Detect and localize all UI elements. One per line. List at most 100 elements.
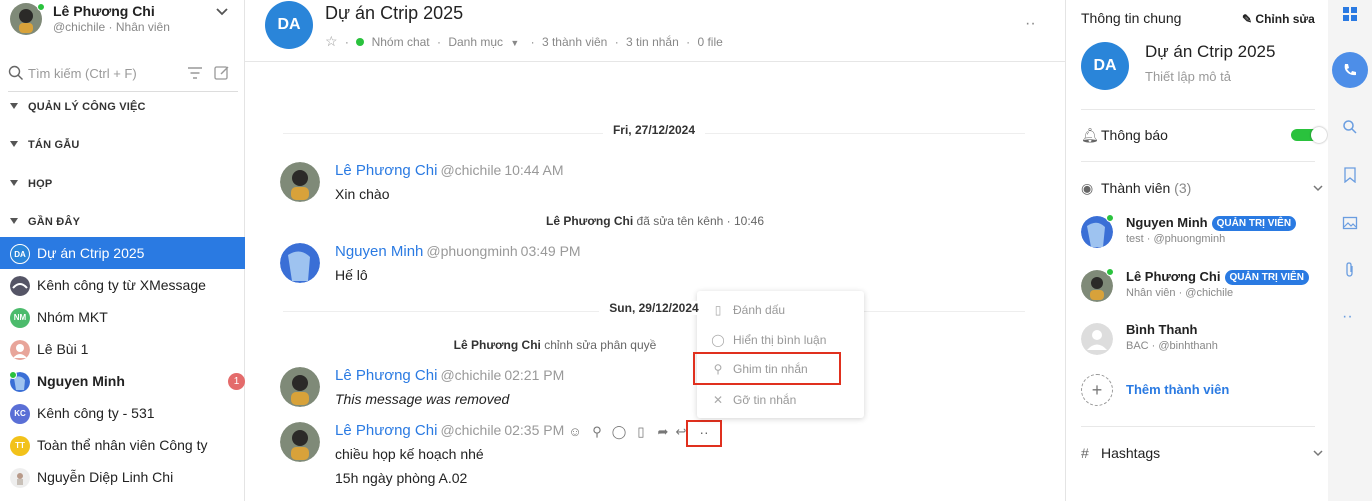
- conversation-avatar: [10, 276, 30, 296]
- member-item[interactable]: Lê Phương Chi QUẢN TRỊ VIÊN Nhân viên · @…: [1081, 268, 1321, 305]
- message-header: Lê Phương Chi @chichile 02:35 PM: [335, 422, 564, 439]
- search-box: [8, 62, 238, 88]
- current-user[interactable]: Lê Phương Chi @chichile · Nhân viên: [10, 3, 235, 37]
- emoji-icon[interactable]: ☺: [567, 424, 583, 440]
- message-count[interactable]: 3 tin nhắn: [626, 35, 679, 49]
- filter-icon[interactable]: [186, 64, 204, 82]
- date-separator: Fri, 27/12/2024: [283, 123, 1025, 143]
- call-button[interactable]: [1332, 52, 1368, 88]
- compose-icon[interactable]: [213, 64, 231, 82]
- divider: [1081, 426, 1315, 427]
- members-header[interactable]: ◉ Thành viên (3): [1081, 180, 1191, 197]
- conversation-item[interactable]: TT Toàn thể nhân viên Công ty: [0, 429, 245, 461]
- message-avatar[interactable]: [280, 422, 320, 462]
- system-message: Lê Phương Chi đã sửa tên kênh · 10:46: [245, 214, 1065, 228]
- section-recent[interactable]: GẦN ĐÂY: [10, 216, 80, 236]
- conversation-avatar: [10, 340, 30, 360]
- category-dropdown[interactable]: Danh mục ▼: [448, 35, 523, 49]
- message-header: Lê Phương Chi @chichile 10:44 AM: [335, 162, 564, 179]
- hashtags-header[interactable]: # Hashtags: [1081, 445, 1160, 461]
- online-dot: [1106, 214, 1114, 222]
- chevron-down-icon[interactable]: [215, 5, 229, 19]
- chevron-down-icon[interactable]: [1312, 182, 1324, 194]
- description-link[interactable]: Thiết lập mô tả: [1145, 69, 1231, 84]
- members-count: (3): [1174, 180, 1192, 196]
- sender-handle: @chichile: [440, 367, 502, 383]
- menu-item-label: Đánh dấu: [733, 303, 786, 317]
- conversation-item[interactable]: Nguyen Minh 1: [0, 365, 245, 397]
- comment-icon[interactable]: ◯: [611, 424, 627, 440]
- message-text: This message was removed: [335, 391, 510, 407]
- add-member-button[interactable]: + Thêm thành viên: [1081, 374, 1281, 406]
- message-avatar[interactable]: [280, 162, 320, 202]
- info-panel: Thông tin chung ✎ Chỉnh sửa DA Dự án Ctr…: [1065, 0, 1328, 501]
- bookmark-icon[interactable]: ▯: [633, 424, 649, 440]
- section-label: HỌP: [28, 178, 53, 190]
- bookmark-icon: ▯: [714, 303, 722, 317]
- member-item[interactable]: Nguyen Minh QUẢN TRỊ VIÊN test · @phuongm…: [1081, 214, 1321, 251]
- apps-grid-icon[interactable]: [1342, 6, 1358, 22]
- conversation-item[interactable]: NM Nhóm MKT: [0, 301, 245, 333]
- conversation-item[interactable]: DA Dự án Ctrip 2025: [0, 237, 245, 269]
- sender-name[interactable]: Lê Phương Chi: [335, 162, 437, 179]
- system-actor: Lê Phương Chi: [453, 338, 541, 352]
- more-icon[interactable]: ··: [1342, 309, 1358, 328]
- bookmark-list-icon[interactable]: [1342, 167, 1358, 183]
- sender-name[interactable]: Nguyen Minh: [335, 243, 423, 260]
- member-name: Lê Phương Chi: [1126, 269, 1221, 284]
- message-text: chiều họp kế hoạch nhé: [335, 446, 484, 462]
- conversation-item[interactable]: Nguyễn Diệp Linh Chi: [0, 461, 245, 493]
- forward-icon[interactable]: ➦: [655, 424, 671, 440]
- triangle-down-icon: [10, 218, 18, 224]
- system-action: chỉnh sửa phân quyề: [544, 338, 657, 352]
- pin-icon[interactable]: ⚲: [589, 424, 605, 440]
- message-header: Nguyen Minh @phuongminh 03:49 PM: [335, 243, 581, 260]
- sender-name[interactable]: Lê Phương Chi: [335, 367, 437, 384]
- chevron-down-icon[interactable]: [1312, 447, 1324, 459]
- message-time: 03:49 PM: [520, 243, 581, 259]
- category-label: Danh mục: [448, 35, 504, 49]
- section-task-management[interactable]: QUẢN LÝ CÔNG VIỆC: [10, 101, 146, 121]
- hash-icon: #: [1081, 445, 1089, 461]
- phone-icon: [1344, 64, 1356, 76]
- image-icon[interactable]: [1342, 215, 1358, 231]
- message-avatar[interactable]: [280, 243, 320, 283]
- search-input[interactable]: [28, 62, 178, 84]
- attachment-icon[interactable]: [1342, 262, 1358, 278]
- divider: [1081, 109, 1315, 110]
- member-name-row: Lê Phương Chi QUẢN TRỊ VIÊN: [1126, 269, 1309, 285]
- message-avatar[interactable]: [280, 367, 320, 407]
- menu-item-label: Hiển thị bình luận: [733, 333, 827, 347]
- online-dot: [1106, 268, 1114, 276]
- section-label: GẦN ĐÂY: [28, 216, 81, 228]
- conversation-item[interactable]: KC Kênh công ty - 531: [0, 397, 245, 429]
- member-name: Bình Thanh: [1126, 322, 1198, 337]
- menu-item-remove-message[interactable]: ✕ Gỡ tin nhắn: [697, 385, 864, 415]
- section-chat[interactable]: TÁN GẪU: [10, 139, 80, 159]
- search-icon: [8, 65, 23, 80]
- sender-name[interactable]: Lê Phương Chi: [335, 422, 437, 439]
- conversation-avatar: TT: [10, 436, 30, 456]
- menu-item-show-comments[interactable]: ◯ Hiển thị bình luận: [697, 325, 864, 355]
- star-icon[interactable]: ☆: [325, 33, 338, 49]
- more-options-icon[interactable]: ··: [1025, 16, 1041, 32]
- message-more-button[interactable]: ··: [686, 420, 722, 447]
- edit-button[interactable]: ✎ Chỉnh sửa: [1242, 12, 1315, 26]
- system-action: đã sửa tên kênh · 10:46: [636, 214, 764, 228]
- member-item[interactable]: Bình Thanh BAC · @binhthanh: [1081, 322, 1321, 358]
- user-name: Lê Phương Chi: [53, 3, 155, 19]
- user-circle-icon: ◉: [1081, 180, 1094, 196]
- member-sub: Nhân viên · @chichile: [1126, 287, 1234, 299]
- search-icon[interactable]: [1342, 119, 1358, 135]
- online-dot: [37, 3, 45, 11]
- notification-toggle[interactable]: [1291, 127, 1327, 143]
- member-count[interactable]: 3 thành viên: [542, 35, 607, 49]
- menu-item-pin-message[interactable]: ⚲ Ghim tin nhắn: [693, 352, 841, 385]
- file-count[interactable]: 0 file: [697, 35, 722, 49]
- sender-handle: @phuongminh: [426, 243, 518, 259]
- notification-label: Thông báo: [1101, 127, 1168, 143]
- conversation-item[interactable]: Kênh công ty từ XMessage: [0, 269, 245, 301]
- menu-item-mark[interactable]: ▯ Đánh dấu: [697, 295, 864, 325]
- unread-badge: 1: [228, 373, 245, 390]
- section-meeting[interactable]: HỌP: [10, 178, 52, 198]
